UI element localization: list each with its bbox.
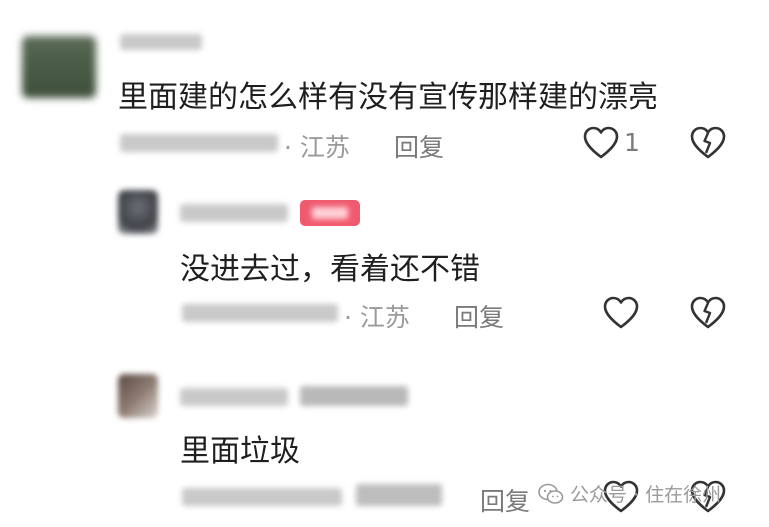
username-blurred[interactable]	[180, 388, 288, 406]
reply-button[interactable]: 回复	[394, 128, 444, 164]
comment-text: 里面垃圾	[180, 434, 300, 469]
timestamp-blurred	[182, 488, 342, 506]
comment-location: · 江苏	[344, 303, 410, 332]
comment-location: · 江苏	[284, 133, 350, 162]
watermark: 公众号 · 住在徐州	[538, 480, 721, 507]
timestamp-blurred	[120, 134, 278, 152]
heart-icon[interactable]	[583, 126, 619, 160]
location-blurred	[356, 484, 442, 506]
watermark-text: 公众号 · 住在徐州	[570, 484, 722, 506]
username-blurred[interactable]	[120, 34, 202, 50]
broken-heart-icon[interactable]	[690, 296, 726, 330]
avatar[interactable]	[22, 36, 96, 98]
heart-icon[interactable]	[603, 296, 639, 330]
timestamp-blurred	[182, 304, 338, 322]
comment-text: 里面建的怎么样有没有宣传那样建的漂亮	[118, 80, 658, 115]
username-blurred[interactable]	[300, 386, 408, 406]
reply-button[interactable]: 回复	[454, 298, 504, 334]
comment-text: 没进去过，看着还不错	[180, 252, 480, 287]
like-count: 1	[624, 128, 640, 157]
broken-heart-icon[interactable]	[690, 126, 726, 160]
avatar[interactable]	[118, 374, 158, 418]
wechat-icon	[538, 483, 564, 504]
avatar[interactable]	[118, 190, 158, 234]
username-blurred[interactable]	[180, 204, 288, 222]
reply-button[interactable]: 回复	[480, 482, 530, 518]
status-badge	[300, 200, 360, 226]
